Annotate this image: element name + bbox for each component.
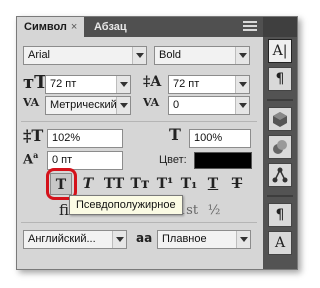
- character-panel: Символ × Абзац Arial Bold тT 72 пт ‡A 72 …: [16, 16, 298, 270]
- tracking-value: 0: [173, 99, 180, 111]
- tab-character-label: Символ: [24, 21, 67, 33]
- leading-icon: ‡A: [143, 74, 162, 90]
- chevron-down-icon: [132, 47, 146, 64]
- kerning-value: Метрический: [50, 99, 117, 111]
- subscript-button[interactable]: T₁: [178, 173, 200, 195]
- antialias-icon: aa: [136, 231, 153, 245]
- panel-dock: A| ¶ ¶ A: [263, 17, 297, 269]
- divider: [21, 121, 257, 122]
- kerning-icon: VA: [23, 96, 40, 109]
- tracking-select[interactable]: 0: [168, 96, 250, 115]
- horizontal-scale-field[interactable]: 100%: [189, 129, 251, 148]
- chevron-down-icon: [236, 231, 250, 248]
- nodes-icon[interactable]: [268, 163, 292, 187]
- all-caps-button[interactable]: TT: [101, 173, 127, 195]
- language-select[interactable]: Английский...: [23, 230, 127, 249]
- horizontal-scale-icon: T: [169, 125, 181, 144]
- horizontal-scale-value: 100%: [194, 132, 223, 144]
- materials-icon[interactable]: [268, 135, 292, 159]
- chevron-down-icon: [235, 76, 249, 93]
- leading-value: 72 пт: [173, 78, 200, 90]
- vertical-scale-value: 102%: [52, 132, 81, 144]
- chevron-down-icon: [235, 97, 249, 114]
- vertical-scale-field[interactable]: 102%: [47, 129, 123, 148]
- dock-divider: [267, 99, 293, 101]
- tab-paragraph-label: Абзац: [94, 21, 127, 33]
- underline-button[interactable]: T: [202, 173, 224, 195]
- kerning-select[interactable]: Метрический: [45, 96, 131, 115]
- fractions-button[interactable]: ½: [203, 200, 225, 222]
- tooltip: Псевдополужирное: [69, 195, 183, 215]
- paragraph-styles-icon[interactable]: ¶: [268, 203, 292, 227]
- baseline-shift-value: 0 пт: [52, 154, 73, 166]
- faux-italic-button[interactable]: T: [77, 173, 99, 195]
- panel-menu-icon[interactable]: [243, 21, 257, 33]
- tracking-icon: VA: [143, 96, 160, 109]
- text-color-swatch[interactable]: [194, 152, 252, 169]
- small-caps-button[interactable]: Tт: [127, 173, 153, 195]
- leading-select[interactable]: 72 пт: [168, 75, 250, 94]
- paragraph-panel-icon[interactable]: ¶: [268, 67, 292, 91]
- antialias-select[interactable]: Плавное: [157, 230, 251, 249]
- strikethrough-button[interactable]: T: [226, 173, 248, 195]
- chevron-down-icon: [112, 231, 126, 248]
- font-size-icon: тT: [23, 72, 48, 93]
- chevron-down-icon: [235, 47, 249, 64]
- main-area: Символ × Абзац Arial Bold тT 72 пт ‡A 72 …: [17, 17, 263, 269]
- cube-icon[interactable]: [268, 107, 292, 131]
- color-label: Цвет:: [159, 154, 187, 166]
- character-styles-icon[interactable]: A: [268, 231, 292, 255]
- antialias-value: Плавное: [162, 233, 207, 245]
- character-panel-icon[interactable]: A|: [268, 39, 292, 63]
- font-family-value: Arial: [28, 49, 51, 61]
- font-family-select[interactable]: Arial: [23, 46, 147, 65]
- tab-character[interactable]: Символ ×: [17, 17, 85, 37]
- tab-bar: Символ × Абзац: [17, 17, 263, 37]
- dock-divider: [267, 195, 293, 197]
- chevron-down-icon: [116, 76, 130, 93]
- divider: [21, 222, 257, 223]
- dock-header: [263, 17, 297, 37]
- baseline-shift-icon: Aa: [23, 150, 39, 168]
- tab-paragraph[interactable]: Абзац: [87, 17, 134, 37]
- font-size-value: 72 пт: [50, 78, 77, 90]
- font-style-select[interactable]: Bold: [154, 46, 250, 65]
- superscript-button[interactable]: T¹: [154, 173, 176, 195]
- font-size-select[interactable]: 72 пт: [45, 75, 131, 94]
- font-style-value: Bold: [159, 49, 182, 61]
- chevron-down-icon: [116, 97, 130, 114]
- vertical-scale-icon: ‡T: [23, 126, 44, 145]
- language-value: Английский...: [28, 233, 96, 245]
- close-tab-icon[interactable]: ×: [71, 21, 77, 33]
